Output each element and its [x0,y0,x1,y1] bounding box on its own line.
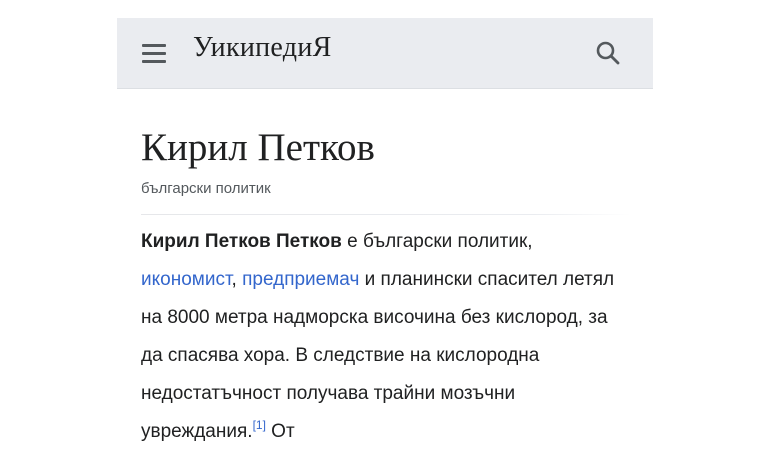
lead-text: е български политик, [341,231,533,252]
lead-paragraph: Кирил Петков Петков е български политик,… [141,223,631,451]
reference-link[interactable]: [1] [253,418,266,432]
link-entrepreneur[interactable]: предприемач [242,269,359,290]
lead-text: От [265,421,295,442]
top-bar: УикипедиЯ [117,18,653,89]
hamburger-menu-icon[interactable] [139,41,169,65]
link-economist[interactable]: икономист [141,269,232,290]
page-description: български политик [141,180,271,197]
search-icon[interactable] [593,38,623,68]
lead-bold-name: Кирил Петков Петков [141,231,342,252]
wikipedia-wordmark[interactable]: УикипедиЯ [193,32,332,64]
header-divider [141,214,631,215]
lead-text: , [231,269,243,290]
lead-text: и планински спасител летял на 8000 метра… [141,269,615,442]
article-content: Кирил Петков български политик Кирил Пет… [141,88,631,462]
page-title: Кирил Петков [141,126,375,169]
mobile-page: УикипедиЯ Кирил Петков български политик… [117,18,653,462]
